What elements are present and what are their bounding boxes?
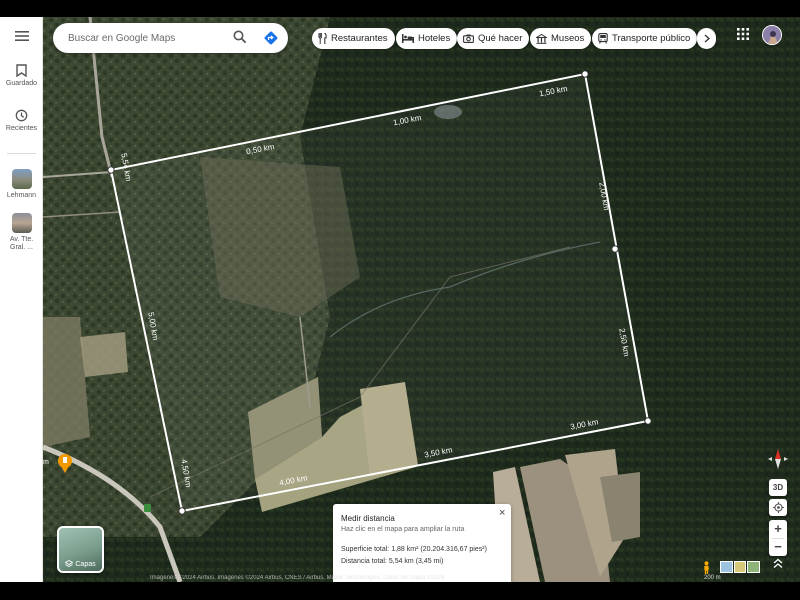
recent-place-label: Lehmann [6, 192, 37, 199]
map-type-thumbnails[interactable] [720, 561, 761, 573]
restaurant-icon [318, 33, 327, 44]
location-icon [772, 502, 784, 513]
route-shield-icon [144, 504, 151, 512]
my-location-button[interactable] [769, 499, 787, 516]
directions-icon[interactable] [263, 30, 279, 46]
map-type-tile[interactable] [733, 561, 747, 573]
close-icon[interactable]: × [499, 508, 505, 519]
chip-label: Transporte público [612, 33, 691, 44]
zoom-control: + − [769, 520, 787, 556]
menu-button[interactable] [0, 30, 43, 42]
chevron-up-icon[interactable] [769, 557, 787, 571]
place-thumbnail [11, 169, 32, 189]
place-thumbnail [11, 213, 32, 233]
layers-label-row: Capas [59, 560, 102, 568]
zoom-out-button[interactable]: − [769, 539, 787, 556]
map-scale: 200 m [704, 575, 721, 581]
recent-place-lehmann[interactable]: Lehmann [0, 169, 43, 200]
account-avatar[interactable] [762, 25, 782, 45]
layers-button[interactable]: Capas [57, 526, 104, 573]
museum-icon [536, 33, 547, 44]
sidebar-divider [7, 153, 36, 154]
chip-hotels[interactable]: Hoteles [396, 28, 458, 49]
chip-label: Restaurantes [331, 33, 388, 44]
satellite-map[interactable]: m 0,50 km 1,00 km 1,50 km 2,00 km 2,50 k… [0, 17, 800, 582]
compass-icon[interactable] [766, 447, 790, 471]
menu-icon [14, 31, 29, 41]
chip-transit[interactable]: Transporte público [592, 28, 698, 49]
measure-distance: Distancia total: 5,54 km (3,45 mi) [341, 558, 444, 565]
tilt-3d-button[interactable]: 3D [769, 479, 787, 496]
chip-label: Hoteles [418, 33, 451, 44]
chip-things-to-do[interactable]: Qué hacer [457, 28, 530, 49]
recent-place-avenue[interactable]: Av. Tte. Gral. ... [0, 213, 43, 252]
layers-icon [65, 560, 74, 568]
measure-title: Medir distancia [341, 514, 395, 523]
chips-next-button[interactable] [697, 28, 716, 49]
chevron-right-icon [704, 34, 710, 43]
chip-museums[interactable]: Museos [530, 28, 592, 49]
sidebar-item-saved[interactable]: Guardado [0, 64, 43, 88]
sidebar-item-label: Recientes [5, 125, 38, 132]
map-screen: m 0,50 km 1,00 km 1,50 km 2,00 km 2,50 k… [0, 17, 800, 582]
sidebar-item-label: Guardado [5, 80, 38, 87]
search-icon[interactable] [233, 30, 247, 44]
measure-hint: Haz clic en el mapa para ampliar la ruta [341, 526, 465, 533]
measure-area: Superficie total: 1,88 km² (20.204.316,6… [341, 546, 487, 553]
svg-text:m: m [43, 459, 49, 466]
measure-distance-card: Medir distancia × Haz clic en el mapa pa… [333, 504, 511, 582]
map-attribution: Imágenes ©2024 Airbus, Imágenes ©2024 Ai… [150, 575, 445, 581]
bookmark-icon [16, 64, 27, 77]
sidebar: Guardado Recientes Lehmann Av. Tte. Gral… [0, 17, 43, 582]
chip-label: Qué hacer [478, 33, 523, 44]
map-type-tile[interactable] [720, 561, 733, 573]
camera-icon [463, 34, 474, 43]
pegman-icon[interactable] [702, 561, 711, 574]
search-input[interactable] [68, 30, 228, 46]
chip-restaurants[interactable]: Restaurantes [312, 28, 395, 49]
tilt-label: 3D [772, 483, 784, 492]
map-type-tile[interactable] [747, 561, 761, 573]
layers-label: Capas [75, 560, 96, 568]
apps-icon[interactable] [737, 28, 749, 40]
history-icon [15, 109, 28, 122]
zoom-in-button[interactable]: + [769, 520, 787, 538]
chip-label: Museos [551, 33, 585, 44]
transit-icon [598, 33, 608, 44]
search-box [53, 23, 288, 53]
recent-place-label: Av. Tte. Gral. ... [9, 236, 34, 251]
hotel-icon [402, 34, 414, 43]
sidebar-item-recent[interactable]: Recientes [0, 109, 43, 133]
